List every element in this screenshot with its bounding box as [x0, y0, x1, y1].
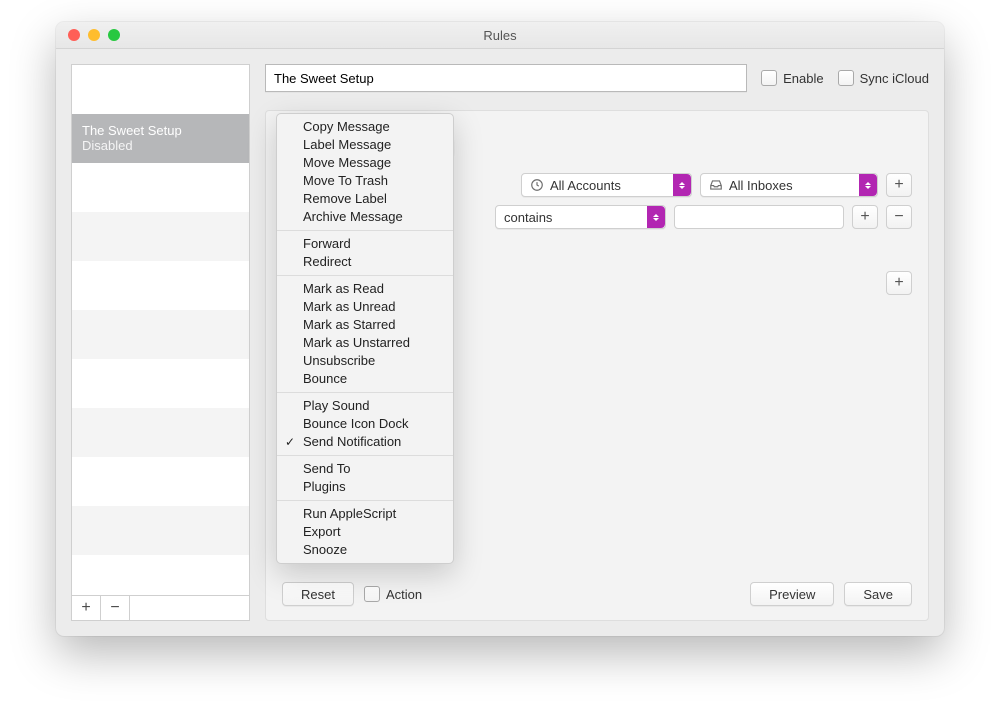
enable-checkbox[interactable]: Enable	[761, 70, 823, 86]
titlebar: Rules	[56, 22, 944, 49]
action-label: Action	[386, 587, 422, 602]
rules-sidebar: The Sweet Setup Disabled + −	[71, 64, 250, 621]
checkbox-icon	[761, 70, 777, 86]
menu-item[interactable]: Move To Trash	[277, 172, 453, 190]
menu-item[interactable]: Mark as Unread	[277, 298, 453, 316]
window-title: Rules	[56, 28, 944, 43]
add-action-button[interactable]: +	[886, 271, 912, 295]
menu-separator	[277, 230, 453, 231]
menu-item[interactable]: Mark as Starred	[277, 316, 453, 334]
menu-item[interactable]: Redirect	[277, 253, 453, 271]
menu-item[interactable]: Move Message	[277, 154, 453, 172]
inboxes-select[interactable]: All Inboxes	[700, 173, 878, 197]
rule-name-label: The Sweet Setup	[82, 123, 239, 138]
rule-row[interactable]	[72, 359, 249, 408]
menu-item[interactable]: Export	[277, 523, 453, 541]
menu-item[interactable]: Remove Label	[277, 190, 453, 208]
rule-row[interactable]	[72, 163, 249, 212]
rule-row[interactable]	[72, 65, 249, 114]
save-button[interactable]: Save	[844, 582, 912, 606]
inboxes-value: All Inboxes	[729, 178, 793, 193]
menu-item[interactable]: Snooze	[277, 541, 453, 559]
sidebar-footer: + −	[72, 595, 249, 620]
rule-name-input[interactable]	[265, 64, 747, 92]
preview-button[interactable]: Preview	[750, 582, 834, 606]
rule-header: Enable Sync iCloud	[265, 64, 929, 92]
accounts-select[interactable]: All Accounts	[521, 173, 692, 197]
rules-window: Rules The Sweet Setup Disabled	[56, 22, 944, 636]
rule-row[interactable]	[72, 506, 249, 555]
chevron-updown-icon	[859, 174, 877, 196]
menu-separator	[277, 392, 453, 393]
window-controls	[56, 29, 120, 41]
menu-item[interactable]: Mark as Unstarred	[277, 334, 453, 352]
rule-row[interactable]	[72, 310, 249, 359]
chevron-updown-icon	[673, 174, 691, 196]
close-icon[interactable]	[68, 29, 80, 41]
remove-rule-button[interactable]: −	[101, 596, 130, 620]
menu-item[interactable]: Bounce	[277, 370, 453, 388]
checkbox-icon	[364, 586, 380, 602]
menu-item[interactable]: Plugins	[277, 478, 453, 496]
menu-item[interactable]: Mark as Read	[277, 280, 453, 298]
rule-status-label: Disabled	[82, 138, 239, 153]
minimize-icon[interactable]	[88, 29, 100, 41]
content: The Sweet Setup Disabled + −	[56, 49, 944, 636]
menu-separator	[277, 455, 453, 456]
checkbox-icon	[838, 70, 854, 86]
rule-row[interactable]	[72, 261, 249, 310]
maximize-icon[interactable]	[108, 29, 120, 41]
rule-row-selected[interactable]: The Sweet Setup Disabled	[72, 114, 249, 163]
menu-item[interactable]: Label Message	[277, 136, 453, 154]
condition-value-input[interactable]	[674, 205, 844, 229]
chevron-updown-icon	[647, 206, 665, 228]
add-condition-button[interactable]: +	[852, 205, 878, 229]
menu-item[interactable]: Play Sound	[277, 397, 453, 415]
accounts-value: All Accounts	[550, 178, 621, 193]
rule-row[interactable]	[72, 212, 249, 261]
editor-footer: Reset Action Preview Save	[266, 568, 928, 620]
sync-label: Sync iCloud	[860, 71, 929, 86]
clock-icon	[530, 178, 544, 192]
add-rule-button[interactable]: +	[72, 596, 101, 620]
operator-value: contains	[504, 210, 552, 225]
menu-item[interactable]: Archive Message	[277, 208, 453, 226]
menu-item[interactable]: Copy Message	[277, 118, 453, 136]
rule-row[interactable]	[72, 457, 249, 506]
rules-list[interactable]: The Sweet Setup Disabled	[72, 65, 249, 595]
menu-separator	[277, 275, 453, 276]
menu-item[interactable]: Bounce Icon Dock	[277, 415, 453, 433]
enable-label: Enable	[783, 71, 823, 86]
operator-select[interactable]: contains	[495, 205, 666, 229]
menu-item[interactable]: Forward	[277, 235, 453, 253]
menu-separator	[277, 500, 453, 501]
menu-item[interactable]: Send To	[277, 460, 453, 478]
inbox-icon	[709, 178, 723, 192]
sync-icloud-checkbox[interactable]: Sync iCloud	[838, 70, 929, 86]
action-checkbox[interactable]: Action	[364, 586, 422, 602]
rule-row[interactable]	[72, 408, 249, 457]
rule-editor: All Accounts All Inboxes +	[265, 110, 929, 621]
menu-item[interactable]: Unsubscribe	[277, 352, 453, 370]
reset-button[interactable]: Reset	[282, 582, 354, 606]
main-panel: Enable Sync iCloud	[265, 64, 929, 621]
remove-condition-button[interactable]: −	[886, 205, 912, 229]
menu-item[interactable]: Send Notification	[277, 433, 453, 451]
action-popup-menu[interactable]: Copy MessageLabel MessageMove MessageMov…	[276, 113, 454, 564]
add-condition-button[interactable]: +	[886, 173, 912, 197]
menu-item[interactable]: Run AppleScript	[277, 505, 453, 523]
